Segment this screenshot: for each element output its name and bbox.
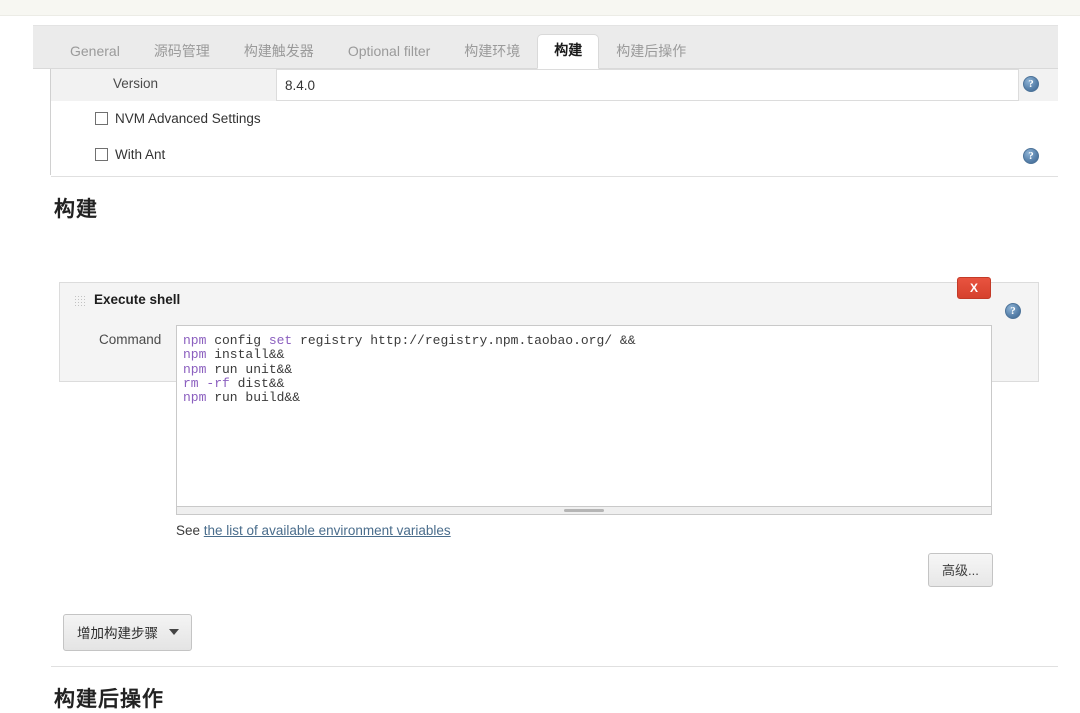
- version-row: Version: [51, 69, 1058, 102]
- build-section-divider: [51, 176, 1058, 177]
- version-label: Version: [113, 76, 158, 91]
- add-build-step-label: 增加构建步骤: [77, 622, 158, 642]
- tab-post-build-actions[interactable]: 构建后操作: [599, 35, 703, 69]
- tab-general[interactable]: General: [53, 35, 137, 69]
- delete-builder-button[interactable]: X: [957, 277, 991, 299]
- tab-build[interactable]: 构建: [537, 34, 599, 69]
- execute-shell-header: Execute shell X ?: [60, 283, 1038, 319]
- jenkins-config-page: General 源码管理 构建触发器 Optional filter 构建环境 …: [0, 16, 1080, 652]
- command-textarea[interactable]: npm config set registry http://registry.…: [176, 325, 992, 507]
- drag-handle-icon[interactable]: [74, 295, 85, 307]
- nvm-advanced-settings-row: NVM Advanced Settings: [51, 102, 1058, 138]
- tab-build-trigger[interactable]: 构建触发器: [227, 35, 331, 69]
- help-icon-with-ant[interactable]: ?: [1023, 148, 1039, 164]
- tab-optional-filter[interactable]: Optional filter: [331, 35, 447, 69]
- env-note-prefix: See: [176, 523, 204, 538]
- env-variables-link[interactable]: the list of available environment variab…: [204, 523, 451, 538]
- checkbox-with-ant[interactable]: [95, 148, 108, 161]
- execute-shell-title: Execute shell: [94, 292, 180, 307]
- version-input[interactable]: [276, 69, 1019, 101]
- config-tabbar: General 源码管理 构建触发器 Optional filter 构建环境 …: [33, 25, 1058, 69]
- with-ant-row: With Ant: [51, 138, 1058, 174]
- environment-variables-note: See the list of available environment va…: [176, 523, 451, 538]
- checkbox-nvm-advanced-settings[interactable]: [95, 112, 108, 125]
- post-build-section-divider: [51, 666, 1058, 667]
- execute-shell-panel: Execute shell X ? Command npm config set…: [59, 282, 1039, 382]
- label-with-ant[interactable]: With Ant: [115, 147, 165, 162]
- help-icon-execute-shell[interactable]: ?: [1005, 303, 1021, 319]
- command-label: Command: [99, 332, 161, 347]
- chevron-down-icon: [169, 629, 179, 635]
- tab-source-management[interactable]: 源码管理: [137, 35, 227, 69]
- config-body: Version ? NVM Advanced Settings With Ant…: [33, 69, 1058, 652]
- command-text: npm config set registry http://registry.…: [177, 326, 991, 405]
- textarea-resize-handle[interactable]: [176, 507, 992, 515]
- build-section-title: 构建: [54, 193, 98, 223]
- add-build-step-button[interactable]: 增加构建步骤: [63, 614, 192, 651]
- advanced-button[interactable]: 高级...: [928, 553, 993, 587]
- tab-build-environment[interactable]: 构建环境: [447, 35, 537, 69]
- label-nvm-advanced-settings[interactable]: NVM Advanced Settings: [115, 111, 261, 126]
- help-icon-version[interactable]: ?: [1023, 76, 1039, 92]
- browser-top-band: [0, 0, 1080, 16]
- post-build-section-title: 构建后操作: [54, 683, 164, 713]
